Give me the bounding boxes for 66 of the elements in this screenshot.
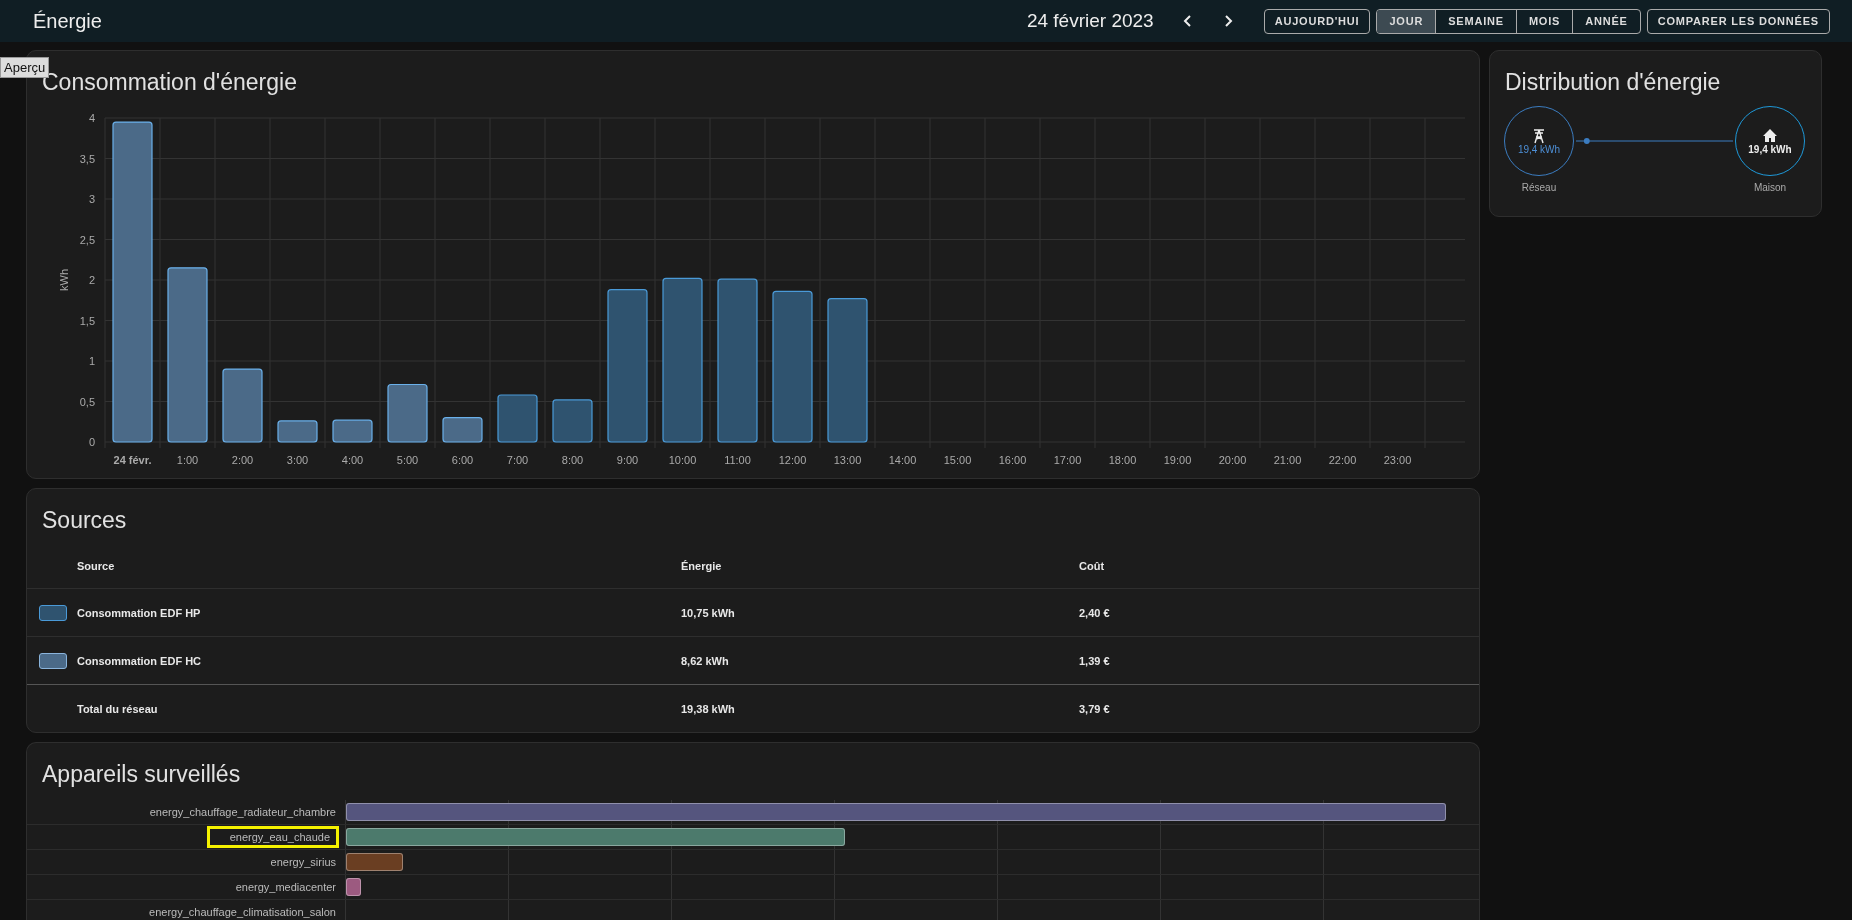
node-label: Réseau bbox=[1521, 182, 1557, 193]
x-tick-label: 11:00 bbox=[724, 454, 751, 466]
y-tick-label: 2 bbox=[88, 274, 95, 286]
y-axis-label: kWh bbox=[58, 269, 70, 291]
house-icon bbox=[1762, 127, 1778, 144]
y-tick-label: 1,5 bbox=[79, 314, 95, 327]
period-tab[interactable]: SEMAINE bbox=[1435, 9, 1516, 33]
table-cell-text: Consommation EDF HP bbox=[77, 606, 202, 619]
x-tick-label: 13:00 bbox=[833, 454, 862, 466]
x-tick-label: 2:00 bbox=[231, 454, 254, 466]
x-tick-label: 24 févr. bbox=[113, 454, 152, 466]
x-tick-label: 5:00 bbox=[396, 454, 419, 466]
table-cell-text: 19,38 kWh bbox=[681, 702, 736, 715]
table-cell-text: 10,75 kWh bbox=[681, 606, 736, 619]
x-tick-label: 21:00 bbox=[1273, 454, 1302, 466]
power-tower-icon bbox=[1531, 127, 1547, 144]
x-tick-label: 15:00 bbox=[943, 454, 972, 466]
period-tab[interactable]: JOUR bbox=[1377, 9, 1436, 33]
y-tick-label: 1 bbox=[88, 355, 95, 367]
x-tick-label: 14:00 bbox=[888, 454, 917, 466]
x-tick-label: 4:00 bbox=[341, 454, 364, 466]
x-tick-label: 19:00 bbox=[1163, 454, 1192, 466]
x-tick-label: 22:00 bbox=[1328, 454, 1357, 466]
device-label: energy_chauffage_radiateur_chambre bbox=[149, 806, 336, 818]
table-cell-text: Consommation EDF HC bbox=[77, 654, 203, 667]
period-tab[interactable]: ANNÉE bbox=[1572, 9, 1640, 33]
x-tick-label: 17:00 bbox=[1053, 454, 1082, 466]
device-label: energy_eau_chaude bbox=[209, 829, 336, 845]
table-cell-text: Total du réseau bbox=[77, 702, 159, 715]
table-cell-text: 2,40 € bbox=[1079, 606, 1111, 619]
y-tick-label: 0 bbox=[88, 436, 95, 448]
table-cell-text: 3,79 € bbox=[1079, 702, 1111, 715]
device-label: energy_mediacenter bbox=[235, 881, 336, 893]
card-title: Sources bbox=[41, 506, 128, 534]
x-tick-label: 1:00 bbox=[176, 454, 199, 466]
x-tick-label: 23:00 bbox=[1383, 454, 1412, 466]
device-label: energy_chauffage_climatisation_salon bbox=[149, 906, 336, 918]
column-header: Source bbox=[77, 560, 116, 572]
node-label: Maison bbox=[1753, 182, 1787, 193]
table-cell-text: 8,62 kWh bbox=[681, 654, 730, 667]
x-tick-label: 10:00 bbox=[668, 454, 697, 466]
x-tick-label: 9:00 bbox=[616, 454, 639, 466]
x-tick-label: 8:00 bbox=[561, 454, 584, 466]
y-tick-label: 2,5 bbox=[79, 233, 95, 246]
y-tick-label: 4 bbox=[88, 112, 95, 124]
column-header: Coût bbox=[1079, 560, 1106, 572]
x-tick-label: 16:00 bbox=[998, 454, 1027, 466]
device-label: energy_sirius bbox=[270, 856, 336, 868]
y-tick-label: 3 bbox=[88, 193, 95, 205]
x-tick-label: 12:00 bbox=[778, 454, 807, 466]
x-tick-label: 18:00 bbox=[1108, 454, 1137, 466]
date-label: 24 février 2023 bbox=[1026, 10, 1154, 32]
y-tick-label: 0,5 bbox=[79, 395, 95, 408]
period-tab[interactable]: MOIS bbox=[1515, 9, 1573, 33]
card-title: Appareils surveillés bbox=[41, 760, 242, 788]
x-tick-label: 6:00 bbox=[451, 454, 474, 466]
table-cell-text: 1,39 € bbox=[1079, 654, 1111, 667]
x-tick-label: 20:00 bbox=[1218, 454, 1247, 466]
today-button[interactable]: AUJOURD'HUI bbox=[1263, 8, 1371, 34]
compare-button[interactable]: COMPARER LES DONNÉES bbox=[1646, 8, 1830, 34]
y-tick-label: 3,5 bbox=[79, 152, 95, 165]
x-tick-label: 7:00 bbox=[506, 454, 529, 466]
x-tick-label: 3:00 bbox=[286, 454, 309, 466]
card-title: Distribution d'énergie bbox=[1504, 68, 1722, 96]
column-header: Énergie bbox=[681, 560, 723, 572]
page-title: Énergie bbox=[33, 9, 103, 33]
